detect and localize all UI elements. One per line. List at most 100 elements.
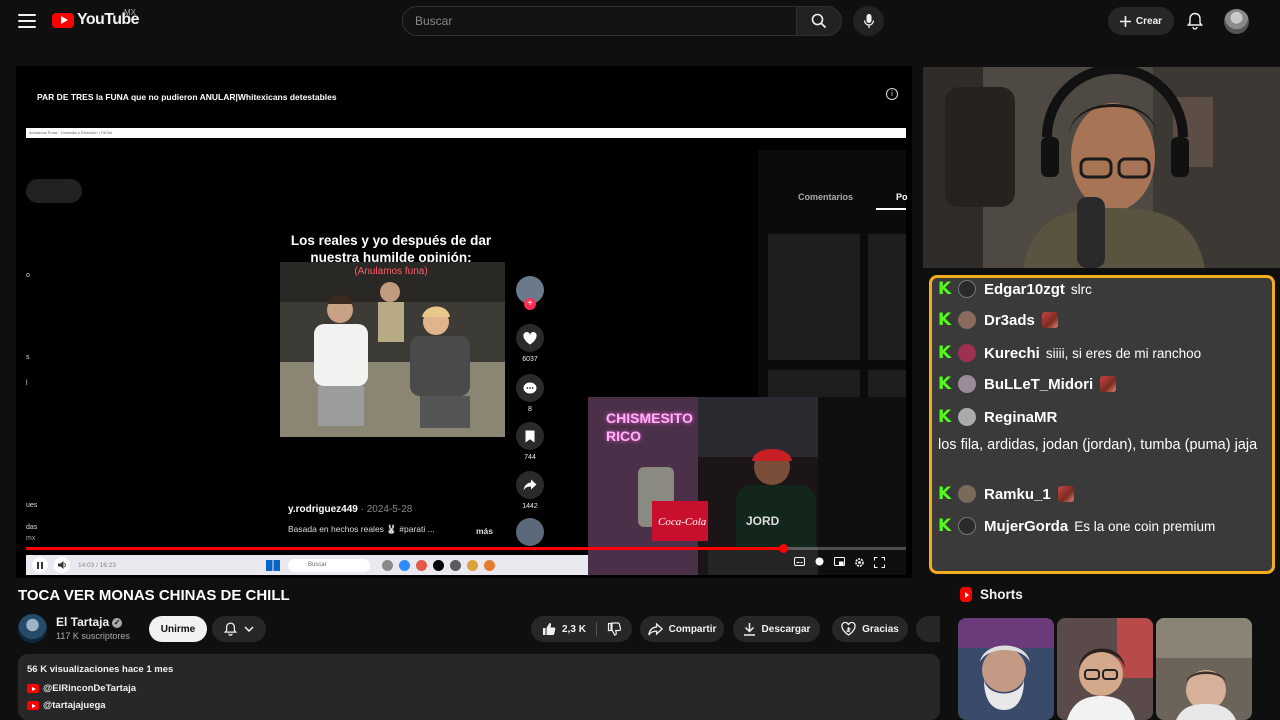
tab-posts[interactable]: Po [896, 192, 908, 202]
like-action[interactable]: 6037 [512, 324, 548, 363]
create-button[interactable]: Crear [1108, 7, 1174, 35]
music-disc[interactable] [512, 518, 548, 550]
channel-name-text[interactable]: El Tartaja [56, 615, 109, 629]
miniplayer-icon[interactable] [834, 557, 845, 566]
chat-message: K BuLLeT_Midori [938, 375, 1117, 393]
chevron-down-icon [244, 626, 254, 632]
author-handle[interactable]: y.rodriguez449 [288, 504, 358, 515]
video-tile[interactable] [768, 370, 860, 400]
app-icon [381, 559, 393, 571]
share-button[interactable]: Compartir [640, 616, 724, 642]
emote-icon [1041, 312, 1058, 328]
short-thumbnail[interactable] [958, 618, 1054, 720]
tiktok-clip [280, 262, 505, 437]
music-disc-icon [516, 518, 544, 546]
left-edge-text: o [26, 272, 30, 279]
search-input[interactable] [415, 14, 784, 28]
follow-plus-icon[interactable]: + [524, 298, 536, 310]
subscription-bell-button[interactable] [212, 616, 266, 642]
browser-tab-strip: Anulamos Funa · Comedia y Diversión | Ti… [26, 128, 906, 138]
chat-message: K MujerGorda Es la one coin premium [938, 517, 1215, 535]
shorts-icon [960, 587, 972, 602]
user-avatar [958, 485, 976, 503]
chat-username: Ramku_1 [984, 485, 1051, 503]
search-field[interactable] [402, 6, 797, 36]
country-code: MX [124, 8, 136, 17]
bookmark-action[interactable]: 744 [512, 422, 548, 461]
post-date: · 2024-5-28 [360, 504, 413, 515]
app-icon [449, 559, 461, 571]
tab-comments[interactable]: Comentarios [798, 192, 853, 202]
more-actions-button[interactable] [916, 616, 940, 642]
channel-link-text[interactable]: @ElRinconDeTartaja [43, 683, 136, 694]
account-avatar[interactable] [1224, 9, 1249, 34]
left-edge-text: ues [26, 502, 38, 509]
voice-search-button[interactable] [853, 6, 884, 36]
chat-message: K Kurechi siiii, si eres de mi ranchoo [938, 344, 1201, 362]
video-player[interactable]: PAR DE TRES la FUNA que no pudieron ANUL… [16, 66, 912, 578]
share-action[interactable]: 1442 [512, 471, 548, 510]
progress-scrubber[interactable] [778, 544, 788, 553]
search-button[interactable] [796, 6, 842, 36]
captured-taskbar: 14:03 / 16:23 Buscar [26, 555, 588, 575]
share-count: 1442 [522, 503, 538, 510]
channel-link[interactable]: @tartajajuega [27, 700, 106, 711]
bookmark-icon [516, 422, 544, 450]
app-icon [483, 559, 495, 571]
left-edge-text: s [26, 354, 30, 361]
channel-link-text[interactable]: @tartajajuega [43, 700, 106, 711]
comment-count: 8 [528, 406, 532, 413]
microphone-icon [863, 14, 874, 28]
notifications-button[interactable] [1183, 9, 1207, 33]
menu-icon[interactable] [16, 11, 38, 31]
short-thumbnail[interactable] [1156, 618, 1252, 720]
active-tab-underline [876, 208, 906, 210]
video-tile[interactable] [868, 370, 906, 400]
channel-link[interactable]: @ElRinconDeTartaja [27, 683, 136, 694]
kick-badge-icon: K [938, 343, 952, 363]
shorts-header: Shorts [960, 587, 1023, 602]
emote-icon [1100, 376, 1117, 392]
volume-icon[interactable] [54, 557, 70, 573]
fullscreen-icon[interactable] [874, 557, 885, 568]
subtitles-icon[interactable] [794, 557, 805, 566]
verified-icon: ✓ [112, 618, 123, 628]
more-link[interactable]: más [476, 526, 493, 536]
thanks-button[interactable]: Gracias [832, 616, 908, 642]
user-avatar [958, 517, 976, 535]
like-count: 2,3 K [562, 623, 586, 635]
pause-icon[interactable] [32, 557, 48, 573]
comment-action[interactable]: 8 [512, 374, 548, 413]
chat-text: slrc [1070, 281, 1092, 297]
settings-icon[interactable] [854, 557, 865, 568]
tiktok-author[interactable]: y.rodriguez449 · 2024-5-28 [288, 504, 412, 515]
top-bar: YouTube MX Crear [0, 0, 1280, 42]
youtube-play-icon [52, 12, 74, 28]
video-tile[interactable] [768, 234, 860, 360]
youtube-logo[interactable]: YouTube MX [52, 8, 139, 29]
live-chat-overlay: K Edgar10zgt slrc K Dr3ads K Kurechi sii… [929, 275, 1275, 574]
channel-avatar[interactable] [18, 614, 47, 643]
video-tile[interactable] [868, 234, 906, 360]
like-button[interactable]: 2,3 K [542, 622, 597, 636]
channel-name[interactable]: El Tartaja ✓ [56, 615, 123, 629]
autoplay-toggle-icon[interactable] [814, 557, 825, 566]
tiktok-caption: Los reales y yo después de dar nuestra h… [290, 233, 492, 265]
download-button[interactable]: Descargar [733, 616, 820, 642]
player-video-title[interactable]: PAR DE TRES la FUNA que no pudieron ANUL… [37, 92, 337, 102]
user-avatar [958, 344, 976, 362]
side-pill [26, 179, 82, 203]
chat-username: BuLLeT_Midori [984, 375, 1094, 393]
info-icon[interactable]: i [886, 88, 898, 100]
left-edge-text: l [26, 380, 28, 387]
chat-username: ReginaMR [984, 408, 1058, 426]
player-controls [794, 557, 885, 568]
short-thumbnail[interactable] [1057, 618, 1153, 720]
create-label: Crear [1135, 15, 1163, 27]
thumbs-down-icon[interactable] [607, 622, 621, 636]
creator-avatar[interactable]: + [512, 276, 548, 310]
short-thumbnail-image [1156, 618, 1252, 720]
emote-icon [1057, 486, 1074, 502]
windows-start-icon [265, 559, 280, 571]
join-button[interactable]: Unirme [149, 616, 207, 642]
